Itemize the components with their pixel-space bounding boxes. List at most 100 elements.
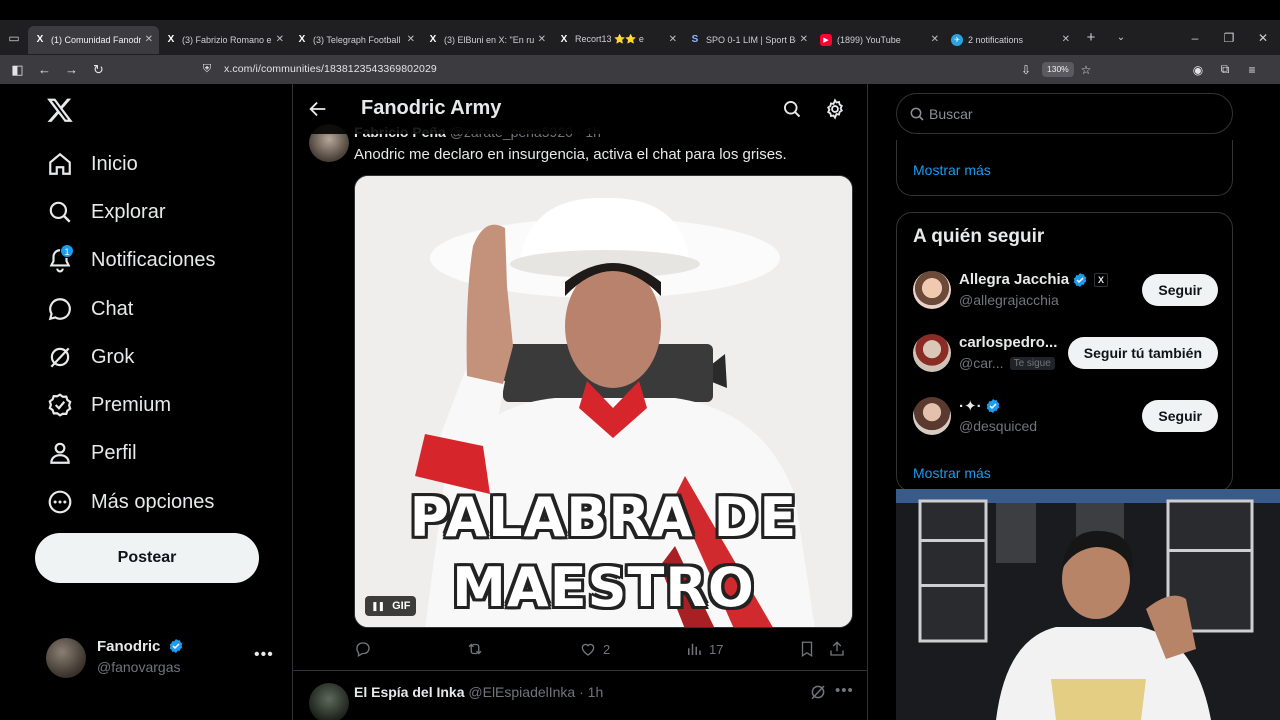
tab-actions-icon[interactable]: ▭ <box>0 20 28 55</box>
x-logo-icon[interactable] <box>46 96 74 124</box>
menu-icon[interactable]: ≡ <box>1239 55 1265 84</box>
new-tab-icon[interactable]: + <box>1076 29 1106 46</box>
views-count: 17 <box>709 641 724 657</box>
window-close-icon[interactable]: ✕ <box>1246 31 1280 45</box>
tab-close-icon[interactable]: ✕ <box>538 34 546 45</box>
browser-tab[interactable]: X (1) Comunidad Fanodr ✕ <box>28 25 159 54</box>
sidebar-item-premium[interactable]: Premium <box>46 388 171 422</box>
share-icon <box>830 641 844 656</box>
views-button[interactable]: 17 <box>685 639 723 659</box>
gear-icon[interactable] <box>824 98 846 120</box>
profile-icon <box>46 439 74 467</box>
who-to-follow-card: A quién seguir Allegra Jacchia X @allegr… <box>896 212 1233 492</box>
back-arrow-icon[interactable] <box>307 98 329 120</box>
sidebar-item-inicio[interactable]: Inicio <box>46 147 138 181</box>
browser-tab[interactable]: ✈ 2 notifications ✕ <box>945 26 1076 54</box>
post-button[interactable]: Postear <box>35 533 259 583</box>
site-info-icon[interactable]: ⛨ <box>196 63 218 76</box>
suggestion-handle: @allegrajacchia <box>959 292 1059 308</box>
tweet-time[interactable]: · 1h <box>579 684 603 700</box>
tab-close-icon[interactable]: ✕ <box>145 34 153 45</box>
affiliate-x-icon: X <box>1094 272 1109 287</box>
reader-mode-icon[interactable]: ⇩ <box>1013 55 1039 84</box>
avatar <box>913 397 951 435</box>
account-icon[interactable]: ◉ <box>1185 55 1211 84</box>
sidebar-item-grok[interactable]: Grok <box>46 340 134 374</box>
gif-caption: PALABRA DE <box>409 486 798 549</box>
suggestion-name: ·✦· <box>959 398 982 415</box>
follow-suggestion[interactable]: carlospedro... @car... Te sigue Seguir t… <box>913 334 1218 374</box>
sidebar-item-mas-opciones[interactable]: Más opciones <box>46 485 214 519</box>
suggestion-name: Allegra Jacchia <box>959 271 1070 288</box>
browser-tab[interactable]: X (3) Fabrizio Romano e ✕ <box>159 26 290 54</box>
tab-title: (3) ElBuni en X: "En ru <box>444 34 534 45</box>
restore-icon[interactable]: ❐ <box>1212 31 1246 45</box>
account-more-icon[interactable]: ••• <box>254 646 274 664</box>
gif-label: GIF <box>392 600 411 612</box>
sidebar-item-explorar[interactable]: Explorar <box>46 195 165 229</box>
notification-badge: 1 <box>60 244 74 258</box>
follow-button[interactable]: Seguir <box>1142 274 1218 306</box>
reload-icon[interactable]: ↻ <box>85 55 112 84</box>
address-bar[interactable]: ⛨ x.com/i/communities/183812354336980202… <box>196 58 1104 80</box>
sidebar-item-chat[interactable]: Chat <box>46 292 133 326</box>
tweet-author[interactable]: El Espía del Inka <box>354 684 465 700</box>
tab-list-chevron-icon[interactable]: ⌄ <box>1106 32 1136 43</box>
show-more-link[interactable]: Mostrar más <box>913 162 991 178</box>
extensions-icon[interactable]: ⧉ <box>1212 55 1238 84</box>
follow-suggestion[interactable]: Allegra Jacchia X @allegrajacchia Seguir <box>913 271 1218 311</box>
tab-close-icon[interactable]: ✕ <box>669 34 677 45</box>
tab-close-icon[interactable]: ✕ <box>407 34 415 45</box>
tab-title: Recort13 ⭐⭐ e <box>575 34 644 44</box>
sidebar-item-perfil[interactable]: Perfil <box>46 436 137 470</box>
community-header: Fanodric Army <box>293 84 867 134</box>
bookmark-star-icon[interactable]: ☆ <box>1073 55 1099 84</box>
page-title: Fanodric Army <box>361 97 502 119</box>
title-bar <box>0 0 1280 20</box>
tab-title: 2 notifications <box>968 34 1024 45</box>
tweet-handle[interactable]: @ElEspiadelInka <box>468 684 575 700</box>
bookmark-button[interactable] <box>798 639 822 659</box>
pause-icon[interactable]: ❚❚ <box>371 601 385 612</box>
follow-suggestion[interactable]: ·✦· @desquiced Seguir <box>913 397 1218 437</box>
grok-icon[interactable] <box>809 683 827 701</box>
sidebar-item-label: Chat <box>91 297 134 320</box>
tab-close-icon[interactable]: ✕ <box>1062 34 1070 45</box>
sidebar-item-label: Inicio <box>91 152 138 175</box>
tweet-more-icon[interactable]: ••• <box>835 682 854 699</box>
share-button[interactable] <box>828 639 852 659</box>
browser-tab[interactable]: S SPO 0-1 LIM | Sport Bo ✕ <box>683 26 814 54</box>
sidebar-item-notificaciones[interactable]: 1 Notificaciones <box>46 243 216 277</box>
browser-tab[interactable]: X (3) ElBuni en X: "En ru ✕ <box>421 26 552 54</box>
forward-icon[interactable]: → <box>58 55 85 84</box>
tab-close-icon[interactable]: ✕ <box>931 34 939 45</box>
tab-close-icon[interactable]: ✕ <box>800 34 808 45</box>
avatar <box>913 271 951 309</box>
divider <box>293 670 867 671</box>
follow-button[interactable]: Seguir <box>1142 400 1218 432</box>
browser-tab[interactable]: X (3) Telegraph Football ✕ <box>290 26 421 54</box>
tab-favicon: X <box>429 34 437 45</box>
minimize-icon[interactable]: – <box>1178 31 1212 45</box>
search-icon[interactable] <box>782 99 802 119</box>
follow-back-button[interactable]: Seguir tú también <box>1067 337 1218 369</box>
tab-title: (3) Fabrizio Romano e <box>182 34 272 45</box>
browser-tab[interactable]: ▶ (1899) YouTube ✕ <box>814 26 945 54</box>
search-input[interactable]: Buscar <box>896 93 1233 134</box>
like-count: 2 <box>603 641 611 657</box>
show-more-link[interactable]: Mostrar más <box>913 465 991 481</box>
repost-button[interactable] <box>466 639 490 659</box>
more-options-icon <box>46 488 74 516</box>
tab-close-icon[interactable]: ✕ <box>276 34 284 45</box>
tweet-gif[interactable]: PALABRA DE MAESTRO ❚❚ GIF <box>354 175 853 628</box>
search-placeholder: Buscar <box>929 106 973 122</box>
back-icon[interactable]: ← <box>31 55 58 84</box>
account-switcher[interactable]: Fanodric @fanovargas ••• <box>46 638 276 678</box>
gif-badge[interactable]: ❚❚ GIF <box>365 596 417 616</box>
reply-button[interactable] <box>354 639 378 659</box>
avatar[interactable] <box>309 683 349 720</box>
browser-tab[interactable]: X Recort13 ⭐⭐ e ✕ <box>552 26 683 54</box>
sidebar-toggle-icon[interactable]: ◧ <box>4 55 31 84</box>
like-button[interactable]: 2 <box>579 639 610 659</box>
zoom-level[interactable]: 130% <box>1042 62 1074 77</box>
